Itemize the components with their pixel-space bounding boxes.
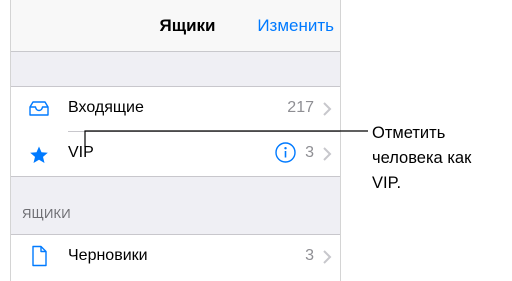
callout-annotation: Отметить человека как VIP. xyxy=(372,124,472,192)
screenshot-canvas: Ящики Изменить Входящие 217 VIP 3 ЯЩИКИ … xyxy=(0,0,512,281)
